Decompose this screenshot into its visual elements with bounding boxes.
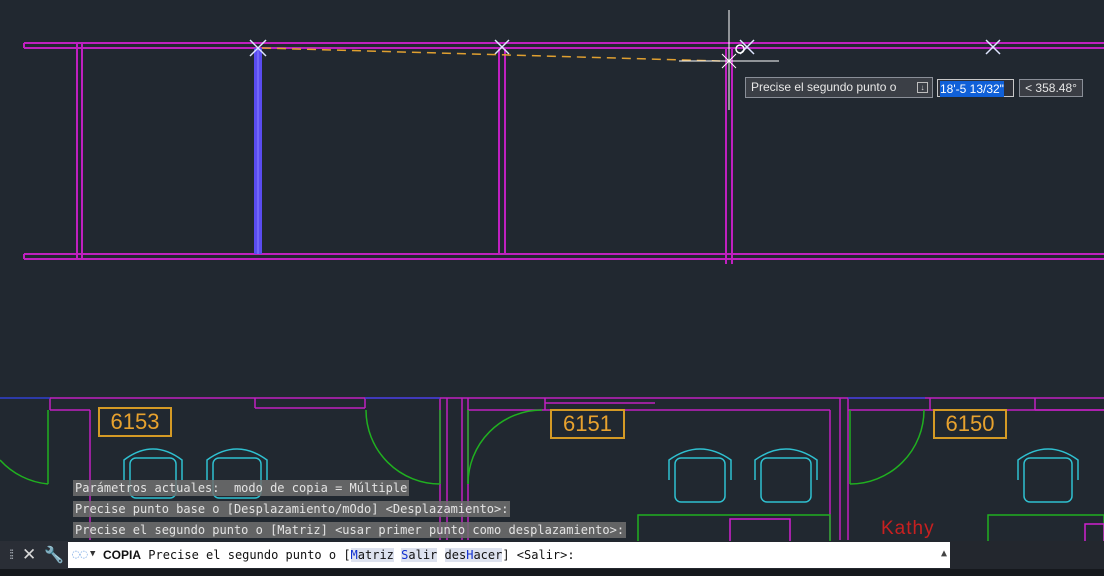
- command-prompt: COPIA Precise el segundo punto o [Matriz…: [103, 548, 575, 562]
- command-name: COPIA: [103, 548, 142, 562]
- angle-input[interactable]: < 358.48°: [1019, 79, 1083, 97]
- command-input[interactable]: ◌◌ ▼ COPIA Precise el segundo punto o [M…: [68, 542, 950, 568]
- rubber-band-line: [261, 47, 721, 62]
- room-tag: 6151: [550, 409, 625, 439]
- scroll-up-icon[interactable]: ▲: [941, 548, 947, 559]
- status-strip: [0, 569, 1104, 576]
- room-tag: 6150: [933, 409, 1007, 439]
- close-icon[interactable]: ✕: [22, 545, 36, 565]
- grip-icon[interactable]: ⁞⁞: [9, 547, 14, 562]
- command-line-bar: ⁞⁞ ✕ 🔧 ◌◌ ▼ COPIA Precise el segundo pun…: [0, 541, 1104, 569]
- chevron-down-icon[interactable]: ▼: [90, 549, 95, 559]
- wrench-icon[interactable]: 🔧: [44, 545, 64, 565]
- download-icon[interactable]: ↓: [917, 82, 928, 93]
- distance-input[interactable]: 18'-5 13/32": [937, 79, 1014, 97]
- distance-value[interactable]: 18'-5 13/32": [940, 81, 1004, 97]
- top-wall: [23, 42, 1104, 264]
- dynamic-prompt-text: Precise el segundo punto o: [751, 80, 897, 94]
- command-line-controls: ⁞⁞ ✕ 🔧: [0, 541, 68, 569]
- option-deshacer[interactable]: desHacer: [444, 548, 503, 562]
- history-line: Parámetros actuales: modo de copia = Múl…: [73, 480, 410, 496]
- room-tag: 6153: [98, 407, 172, 437]
- occupant-name: Kathy: [881, 518, 935, 539]
- history-line: Precise el segundo punto o [Matriz] <usa…: [73, 522, 627, 538]
- history-line: Precise punto base o [Desplazamiento/mOd…: [73, 501, 511, 517]
- dynamic-input-prompt: Precise el segundo punto o ↓: [745, 77, 933, 98]
- command-icon[interactable]: ◌◌: [72, 547, 88, 562]
- option-salir[interactable]: Salir: [401, 548, 438, 562]
- option-matriz[interactable]: Matriz: [350, 548, 394, 562]
